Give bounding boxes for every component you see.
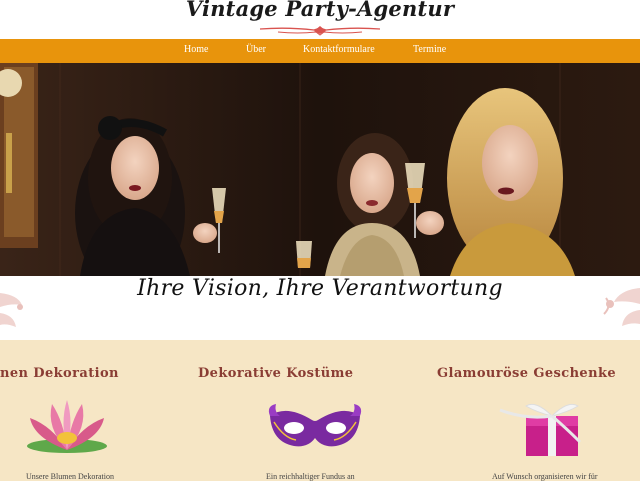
feature-title-gifts: Glamouröse Geschenke [437, 366, 617, 381]
nav-item-appointments[interactable]: Termine [413, 44, 446, 55]
feature-title-costumes: Dekorative Kostüme [198, 366, 354, 381]
feature-text-gifts: Auf Wunsch organisieren wir für [492, 472, 598, 481]
nav-item-about[interactable]: Über [246, 44, 266, 55]
nav-item-contact-forms[interactable]: Kontaktformulare [303, 44, 375, 55]
feature-text-costumes: Ein reichhaltiger Fundus an [266, 472, 355, 481]
logo-ornament-icon [259, 26, 381, 36]
hero-image [0, 63, 640, 276]
site-logo[interactable]: Vintage Party-Agentur [0, 0, 640, 21]
hero-tagline: Ihre Vision, Ihre Verantwortung [137, 276, 503, 301]
site-header: Vintage Party-Agentur [0, 0, 640, 39]
masquerade-mask-icon [268, 404, 362, 447]
gift-box-icon [499, 403, 582, 456]
features-section: nen Dekoration Dekorative Kostüme Glamou… [0, 340, 640, 481]
tagline-band: Ihre Vision, Ihre Verantwortung [0, 276, 640, 340]
main-navigation: Home Über Kontaktformulare Termine [0, 39, 640, 63]
hero-photo [0, 63, 640, 276]
nav-item-home[interactable]: Home [184, 44, 208, 55]
floral-ornament-right-icon [603, 288, 640, 326]
lotus-flower-icon [27, 400, 107, 453]
feature-title-decoration: nen Dekoration [0, 366, 119, 381]
feature-text-decoration: Unsere Blumen Dekoration [26, 472, 114, 481]
floral-ornament-left-icon [0, 293, 23, 327]
